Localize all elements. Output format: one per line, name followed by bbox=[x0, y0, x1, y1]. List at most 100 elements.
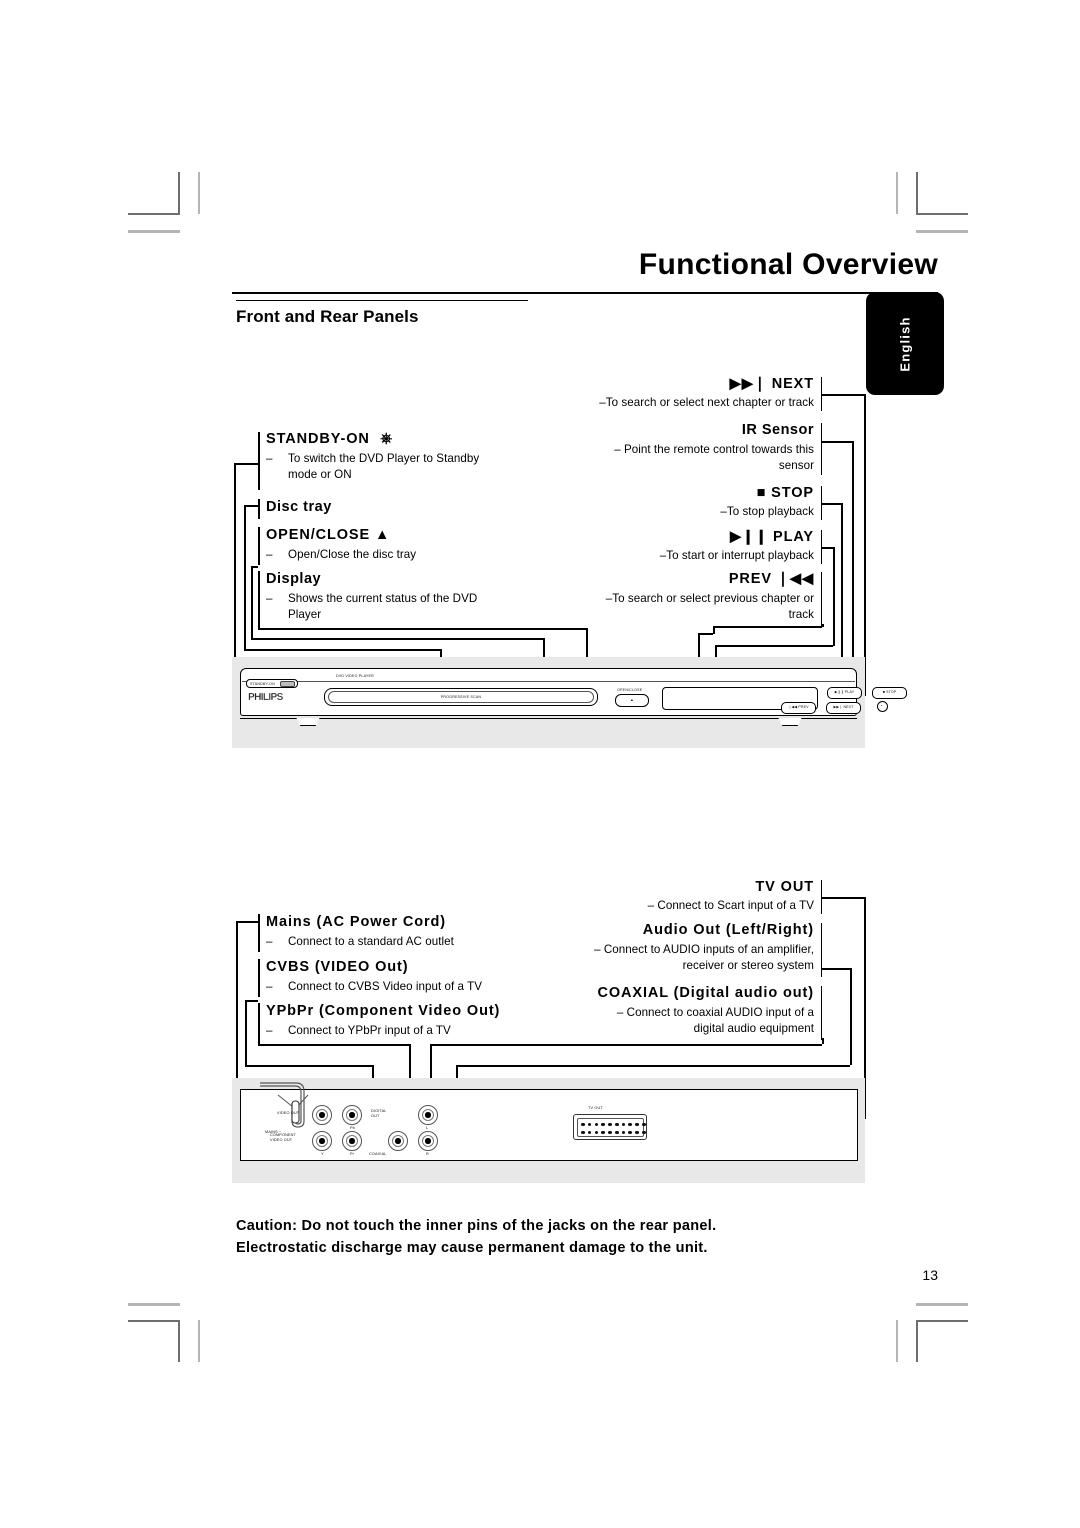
callout-dash: – bbox=[266, 548, 273, 562]
callout-audio-out-body-1: – Connect to AUDIO inputs of an amplifie… bbox=[594, 943, 814, 957]
caution-line-1: Caution: Do not touch the inner pins of … bbox=[236, 1218, 717, 1234]
next-button-label: ▶▶❘ NEXT bbox=[833, 705, 854, 710]
callout-tv-out-body-1: – Connect to Scart input of a TV bbox=[647, 899, 814, 913]
coaxial-label: COAXIAL bbox=[369, 1152, 387, 1156]
callout-standby-on-body-2: mode or ON bbox=[288, 467, 352, 481]
prev-button[interactable]: ❘◀◀ PREV bbox=[781, 702, 816, 714]
page-title: Functional Overview bbox=[638, 248, 938, 281]
callout-dash: – bbox=[266, 592, 273, 606]
jack-pb bbox=[342, 1105, 362, 1125]
disc-tray[interactable]: PROGRESSIVE SCAN bbox=[324, 688, 598, 706]
callout-ypbpr-head: YPbPr (Component Video Out) bbox=[266, 1003, 501, 1019]
front-panel-model-text: DVD VIDEO PLAYER bbox=[336, 674, 374, 678]
callout-play: ▶❙❙ PLAY –To start or interrupt playback bbox=[560, 528, 822, 564]
standby-on-switch[interactable]: STANDBY-ON bbox=[246, 679, 298, 688]
callout-disc-tray: Disc tray bbox=[258, 498, 458, 519]
callout-ir-sensor: IR Sensor – Point the remote control tow… bbox=[560, 421, 822, 475]
philips-logo: PHILIPS bbox=[248, 692, 284, 703]
callout-standby-on: STANDBY-ON ⎈ – To switch the DVD Player … bbox=[258, 430, 528, 490]
ac-power-cord-icon bbox=[260, 1082, 309, 1128]
progressive-scan-text: PROGRESSIVE SCAN bbox=[440, 694, 482, 699]
callout-dash: – bbox=[266, 980, 273, 994]
callout-display-body-2: Player bbox=[288, 607, 322, 621]
front-panel-top-stripe bbox=[242, 681, 855, 682]
scart-pin-row-bottom bbox=[581, 1130, 646, 1135]
callout-stop-body-1: –To stop playback bbox=[720, 505, 814, 519]
play-button[interactable]: ▶❙❙ PLAY bbox=[827, 687, 862, 699]
callout-dash: – bbox=[266, 452, 273, 466]
callout-ypbpr-body-1: Connect to YPbPr input of a TV bbox=[288, 1024, 451, 1038]
front-panel-foot-right bbox=[778, 718, 802, 726]
callout-stop: ■ STOP –To stop playback bbox=[560, 484, 822, 520]
callout-ir-sensor-body-2: sensor bbox=[778, 458, 814, 472]
audio-right-label: R bbox=[426, 1152, 429, 1156]
jack-pr-label: Pr bbox=[350, 1152, 355, 1156]
callout-ir-sensor-body-1: – Point the remote control towards this bbox=[614, 443, 814, 457]
callout-display-head: Display bbox=[266, 571, 322, 587]
callout-display-body-1: Shows the current status of the DVD bbox=[288, 592, 478, 606]
jack-audio-right bbox=[418, 1131, 438, 1151]
title-divider bbox=[232, 292, 938, 294]
tv-out-label: TV OUT bbox=[588, 1106, 603, 1110]
callout-audio-out-body-2: receiver or stereo system bbox=[682, 958, 814, 972]
component-video-out-label: COMPONENT VIDEO OUT bbox=[270, 1133, 296, 1142]
callout-prev-head: PREV ❘◀◀ bbox=[728, 571, 814, 587]
callout-next: ▶▶❘ NEXT –To search or select next chapt… bbox=[560, 375, 822, 411]
callout-stop-head: ■ STOP bbox=[756, 485, 814, 501]
rear-panel-shell bbox=[240, 1089, 858, 1161]
callout-standby-on-head: STANDBY-ON bbox=[266, 431, 370, 447]
standby-on-button[interactable] bbox=[280, 681, 295, 688]
callout-play-body-1: –To start or interrupt playback bbox=[659, 549, 814, 563]
callout-open-close-body-1: Open/Close the disc tray bbox=[288, 548, 417, 562]
jack-y bbox=[312, 1131, 332, 1151]
play-button-label: ▶❙❙ PLAY bbox=[834, 690, 855, 695]
digital-out-label: DIGITAL OUT bbox=[371, 1109, 387, 1118]
jack-video-out bbox=[312, 1105, 332, 1125]
callout-ypbpr: YPbPr (Component Video Out) – Connect to… bbox=[258, 1002, 588, 1041]
front-panel-illustration: DVD VIDEO PLAYER STANDBY-ON PHILIPS PROG… bbox=[240, 668, 907, 726]
next-button[interactable]: ▶▶❘ NEXT bbox=[826, 702, 861, 714]
callout-coaxial: COAXIAL (Digital audio out) – Connect to… bbox=[560, 984, 822, 1040]
callout-prev-body-2: track bbox=[788, 607, 814, 621]
open-close-button[interactable]: ▲ bbox=[615, 694, 649, 707]
language-tab-label: English bbox=[897, 315, 913, 372]
caution-line-2: Electrostatic discharge may cause perman… bbox=[236, 1239, 708, 1256]
callout-cvbs-head: CVBS (VIDEO Out) bbox=[266, 959, 409, 975]
callout-tv-out: TV OUT – Connect to Scart input of a TV bbox=[560, 878, 822, 914]
callout-mains: Mains (AC Power Cord) – Connect to a sta… bbox=[258, 913, 558, 952]
callout-coaxial-body-1: – Connect to coaxial AUDIO input of a bbox=[616, 1006, 814, 1020]
callout-open-close: OPEN/CLOSE ▲ – Open/Close the disc tray bbox=[258, 526, 518, 565]
callout-mains-body-1: Connect to a standard AC outlet bbox=[288, 935, 454, 949]
jack-coaxial bbox=[388, 1131, 408, 1151]
callout-display: Display – Shows the current status of th… bbox=[258, 570, 538, 627]
callout-tv-out-head: TV OUT bbox=[755, 879, 814, 895]
callout-prev-body-1: –To search or select previous chapter or bbox=[605, 592, 814, 606]
callout-standby-on-body-1: To switch the DVD Player to Standby bbox=[288, 452, 480, 466]
callout-cvbs: CVBS (VIDEO Out) – Connect to CVBS Video… bbox=[258, 958, 558, 997]
power-icon: ⎈ bbox=[380, 430, 393, 447]
callout-audio-out: Audio Out (Left/Right) – Connect to AUDI… bbox=[560, 921, 822, 977]
jack-audio-left bbox=[418, 1105, 438, 1125]
callout-cvbs-body-1: Connect to CVBS Video input of a TV bbox=[288, 980, 483, 994]
eject-icon: ▲ bbox=[630, 698, 634, 702]
callout-next-body-1: –To search or select next chapter or tra… bbox=[599, 396, 814, 410]
callout-disc-tray-head: Disc tray bbox=[266, 499, 332, 515]
open-close-label: OPEN/CLOSE bbox=[617, 688, 643, 692]
front-panel-foot-left bbox=[296, 718, 320, 726]
stop-button[interactable]: ■ STOP bbox=[872, 687, 907, 699]
section-title: Front and Rear Panels bbox=[236, 307, 419, 326]
scart-connector bbox=[573, 1114, 647, 1140]
callout-mains-head: Mains (AC Power Cord) bbox=[266, 914, 447, 930]
stop-button-label: ■ STOP bbox=[882, 690, 897, 695]
language-tab: English bbox=[866, 292, 944, 395]
page-number: 13 bbox=[922, 1267, 938, 1283]
callout-next-head: ▶▶❘ NEXT bbox=[729, 376, 814, 392]
ir-sensor-icon bbox=[877, 701, 888, 712]
prev-button-label: ❘◀◀ PREV bbox=[788, 705, 809, 710]
video-out-label: VIDEO OUT bbox=[277, 1111, 300, 1115]
callout-dash: – bbox=[266, 935, 273, 949]
callout-prev: PREV ❘◀◀ –To search or select previous c… bbox=[560, 570, 822, 627]
callout-ir-sensor-head: IR Sensor bbox=[741, 422, 814, 438]
standby-on-label: STANDBY-ON bbox=[250, 681, 275, 686]
callout-coaxial-head: COAXIAL (Digital audio out) bbox=[597, 985, 814, 1001]
